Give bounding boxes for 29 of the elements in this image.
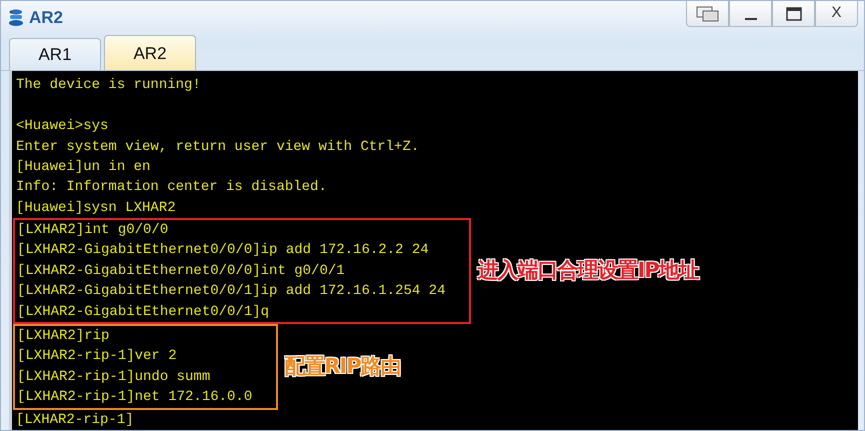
terminal-line: [LXHAR2-GigabitEthernet0/0/0]int g0/0/1 (17, 262, 346, 281)
terminal-line: [LXHAR2-rip-1]ver 2 (17, 347, 178, 366)
terminal-line: The device is running! (16, 76, 202, 96)
app-icon (7, 8, 25, 28)
maximize-button[interactable] (772, 1, 815, 27)
window-title: AR2 (29, 7, 64, 30)
maximize-icon (786, 6, 802, 20)
terminal-line: [LXHAR2-rip-1] (16, 410, 135, 430)
tab[interactable]: AR1 (9, 38, 101, 70)
restore-button[interactable] (686, 1, 729, 27)
minimize-icon (744, 18, 756, 20)
terminal-line: [LXHAR2-GigabitEthernet0/0/0]ip add 172.16.2.2 24 (17, 241, 430, 260)
terminal-line: Enter system view, return user view with Ctrl+Z. (16, 138, 420, 157)
terminal-line: [LXHAR2-GigabitEthernet0/0/1]q (17, 302, 270, 322)
terminal-line: [Huawei]sysn LXHAR2 (16, 198, 177, 218)
terminal-line: [LXHAR2-GigabitEthernet0/0/1]ip add 172.16.1.254 24 (17, 282, 446, 302)
tab[interactable]: AR2 (104, 35, 196, 70)
restore-icon (696, 6, 720, 22)
minimize-button[interactable] (729, 1, 772, 27)
terminal-line: [LXHAR2-rip-1]undo summ (17, 368, 212, 387)
terminal-line: Info: Information center is disabled. (16, 178, 328, 198)
close-button[interactable]: X (815, 1, 858, 27)
terminal-line: <Huawei>sys (16, 117, 110, 136)
annotation-note: 进入端口合理设置IP地址 (477, 257, 699, 284)
terminal-line: [LXHAR2]rip (17, 327, 110, 346)
terminal-line: [Huawei]un in en (16, 158, 152, 177)
terminal-line: [LXHAR2-rip-1]net 172.16.0.0 (17, 388, 252, 408)
terminal-line: [LXHAR2]int g0/0/0 (17, 221, 170, 240)
annotation-note: 配置RIP路由 (284, 353, 401, 380)
